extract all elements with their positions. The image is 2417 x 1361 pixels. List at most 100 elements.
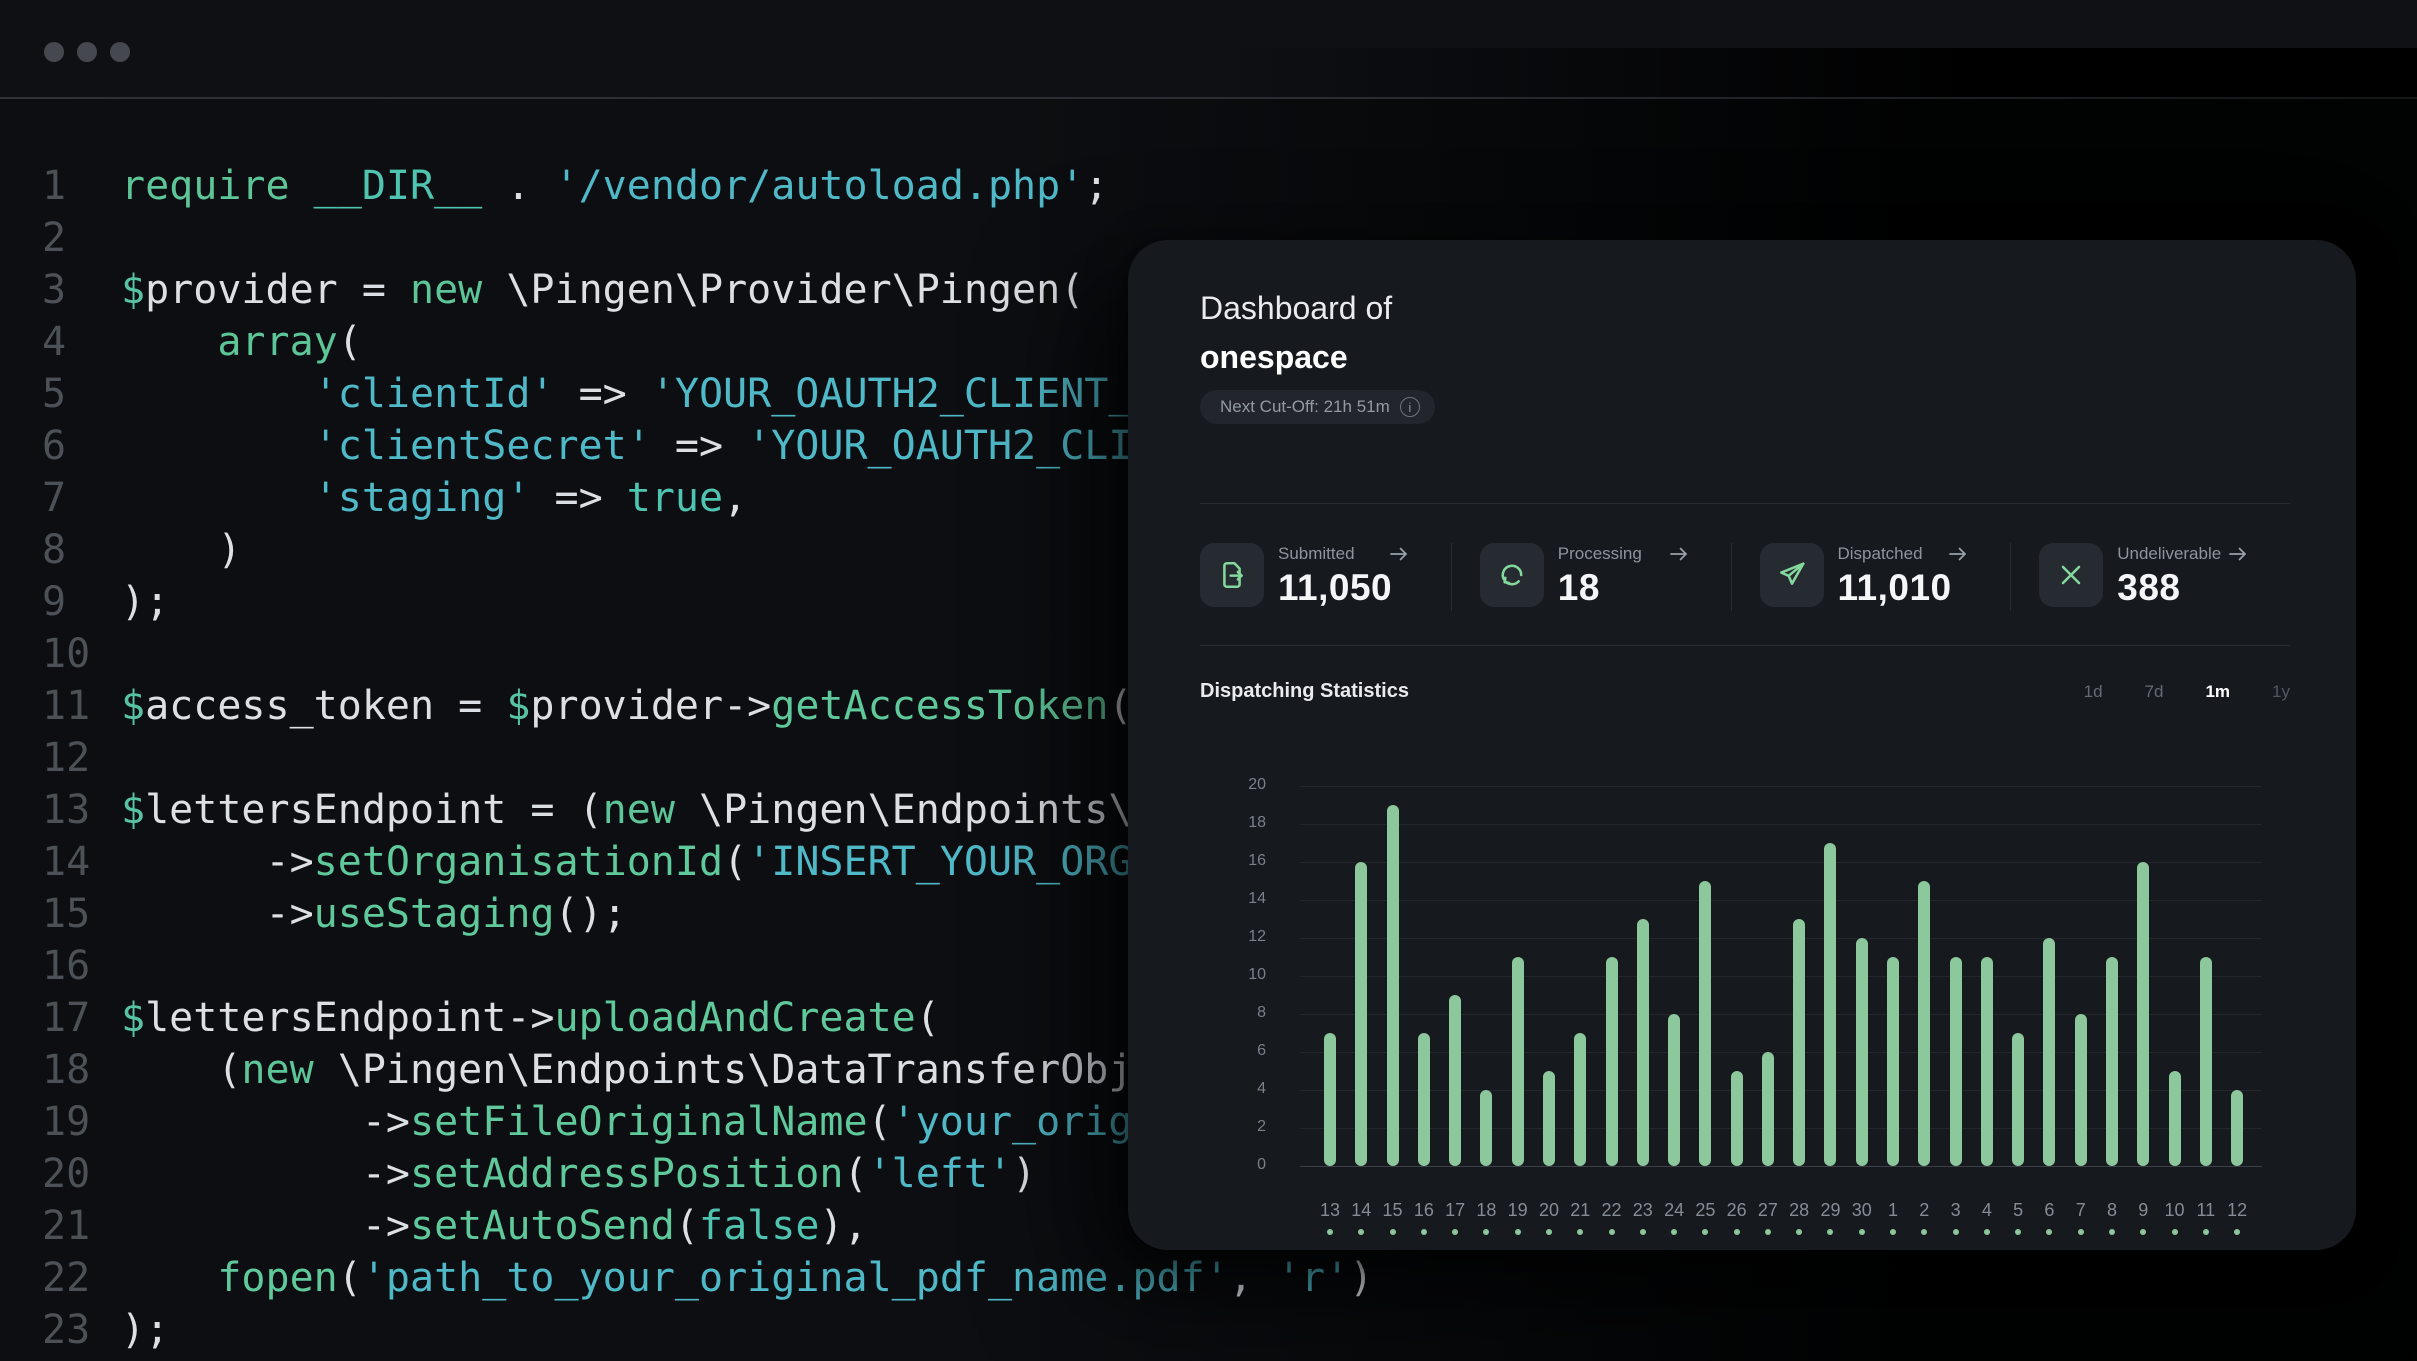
dashboard-panel: Dashboard of onespace Next Cut-Off: 21h … — [1128, 240, 2356, 1250]
code-token — [121, 319, 217, 365]
line-number: 13 — [42, 784, 121, 836]
chart-bar[interactable] — [1981, 957, 1993, 1166]
code-token: . — [482, 163, 554, 209]
file-export-icon — [1200, 543, 1264, 607]
chart-bar[interactable] — [1355, 862, 1367, 1166]
chart-bar[interactable] — [1449, 995, 1461, 1166]
x-tick-dot-icon — [1640, 1229, 1646, 1235]
x-icon — [2039, 543, 2103, 607]
chart-bar[interactable] — [2012, 1033, 2024, 1166]
chart-bar[interactable] — [2043, 938, 2055, 1166]
stat-submitted[interactable]: Submitted11,050 — [1200, 543, 1451, 611]
range-1m[interactable]: 1m — [2205, 682, 2230, 702]
x-tick-dot-icon — [1921, 1229, 1927, 1235]
chart-bar[interactable] — [1824, 843, 1836, 1166]
gridline — [1300, 938, 2262, 939]
y-tick-label: 12 — [1128, 928, 1266, 946]
divider — [1200, 503, 2290, 504]
chart-bar[interactable] — [1856, 938, 1868, 1166]
chart-bar[interactable] — [1699, 881, 1711, 1166]
chart-bar[interactable] — [2231, 1090, 2243, 1166]
chart-bar[interactable] — [1606, 957, 1618, 1166]
range-7d[interactable]: 7d — [2145, 682, 2164, 702]
code-token: provider — [530, 683, 723, 729]
code-token: -> — [121, 1151, 410, 1197]
window-dot-icon[interactable] — [77, 42, 97, 62]
code-token: 'left' — [868, 1151, 1013, 1197]
x-tick-dot-icon — [1577, 1229, 1583, 1235]
chart-bar[interactable] — [1637, 919, 1649, 1166]
chart-bar[interactable] — [1418, 1033, 1430, 1166]
code-token: new — [241, 1047, 313, 1093]
code-token: -> — [723, 683, 771, 729]
stat-value: 11,010 — [1838, 567, 1969, 609]
chart-bar[interactable] — [1574, 1033, 1586, 1166]
gridline — [1300, 824, 2262, 825]
chart-bar[interactable] — [1512, 957, 1524, 1166]
code-token: uploadAndCreate — [555, 995, 916, 1041]
line-number: 23 — [42, 1304, 121, 1356]
range-selector: 1d 7d 1m 1y — [2084, 682, 2290, 702]
code-token: ( — [916, 995, 940, 1041]
chart-bar[interactable] — [1731, 1071, 1743, 1166]
chart-section-title: Dispatching Statistics — [1200, 680, 1409, 703]
chart-bar[interactable] — [1950, 957, 1962, 1166]
cutoff-badge-label: Next Cut-Off: 21h 51m — [1220, 397, 1390, 417]
code-token — [290, 163, 314, 209]
line-number: 17 — [42, 992, 121, 1044]
x-tick-dot-icon — [1390, 1229, 1396, 1235]
code-token: fopen — [217, 1255, 337, 1301]
stat-undeliverable[interactable]: Undeliverable388 — [2010, 543, 2290, 611]
x-tick-dot-icon — [1702, 1229, 1708, 1235]
range-1d[interactable]: 1d — [2084, 682, 2103, 702]
window-controls[interactable] — [44, 42, 130, 62]
code-token: 'staging' — [314, 475, 531, 521]
x-tick-dot-icon — [2046, 1229, 2052, 1235]
x-tick-dot-icon — [1515, 1229, 1521, 1235]
chart-bar[interactable] — [1918, 881, 1930, 1166]
range-1y[interactable]: 1y — [2272, 682, 2290, 702]
chart-bar[interactable] — [2169, 1071, 2181, 1166]
code-token: = — [434, 683, 506, 729]
stat-dispatched[interactable]: Dispatched11,010 — [1731, 543, 2011, 611]
code-token: true — [627, 475, 723, 521]
x-tick-dot-icon — [1358, 1229, 1364, 1235]
bar-chart: 0246810121416182013141516171819202122232… — [1128, 770, 2356, 1250]
code-token: new — [603, 787, 675, 833]
window-dot-icon[interactable] — [110, 42, 130, 62]
line-number: 4 — [42, 316, 121, 368]
chart-bar[interactable] — [1543, 1071, 1555, 1166]
code-token: = — [338, 267, 410, 313]
x-tick-dot-icon — [2172, 1229, 2178, 1235]
code-token: => — [651, 423, 747, 469]
line-number: 14 — [42, 836, 121, 888]
y-tick-label: 16 — [1128, 852, 1266, 870]
chart-bar[interactable] — [1387, 805, 1399, 1166]
y-tick-label: 14 — [1128, 890, 1266, 908]
code-token: ( — [675, 1203, 699, 1249]
line-number: 19 — [42, 1096, 121, 1148]
chart-bar[interactable] — [1793, 919, 1805, 1166]
info-icon[interactable]: i — [1400, 397, 1420, 417]
chart-bar[interactable] — [2137, 862, 2149, 1166]
chart-bar[interactable] — [1480, 1090, 1492, 1166]
chart-bar[interactable] — [1324, 1033, 1336, 1166]
arrow-right-icon — [1389, 546, 1409, 562]
chart-bar[interactable] — [2075, 1014, 2087, 1166]
code-token: ; — [1084, 163, 1108, 209]
code-token: -> — [121, 1203, 410, 1249]
stat-label: Submitted — [1278, 544, 1355, 564]
chart-bar[interactable] — [1887, 957, 1899, 1166]
chart-bar[interactable] — [2200, 957, 2212, 1166]
code-token: ( — [843, 1151, 867, 1197]
chart-bar[interactable] — [1762, 1052, 1774, 1166]
chart-bar[interactable] — [1668, 1014, 1680, 1166]
x-tick-dot-icon — [1421, 1229, 1427, 1235]
x-tick-dot-icon — [1734, 1229, 1740, 1235]
code-token: array — [217, 319, 337, 365]
stat-processing[interactable]: Processing18 — [1451, 543, 1731, 611]
code-token: ), — [819, 1203, 867, 1249]
chart-bar[interactable] — [2106, 957, 2118, 1166]
window-dot-icon[interactable] — [44, 42, 64, 62]
code-token: -> — [121, 891, 314, 937]
